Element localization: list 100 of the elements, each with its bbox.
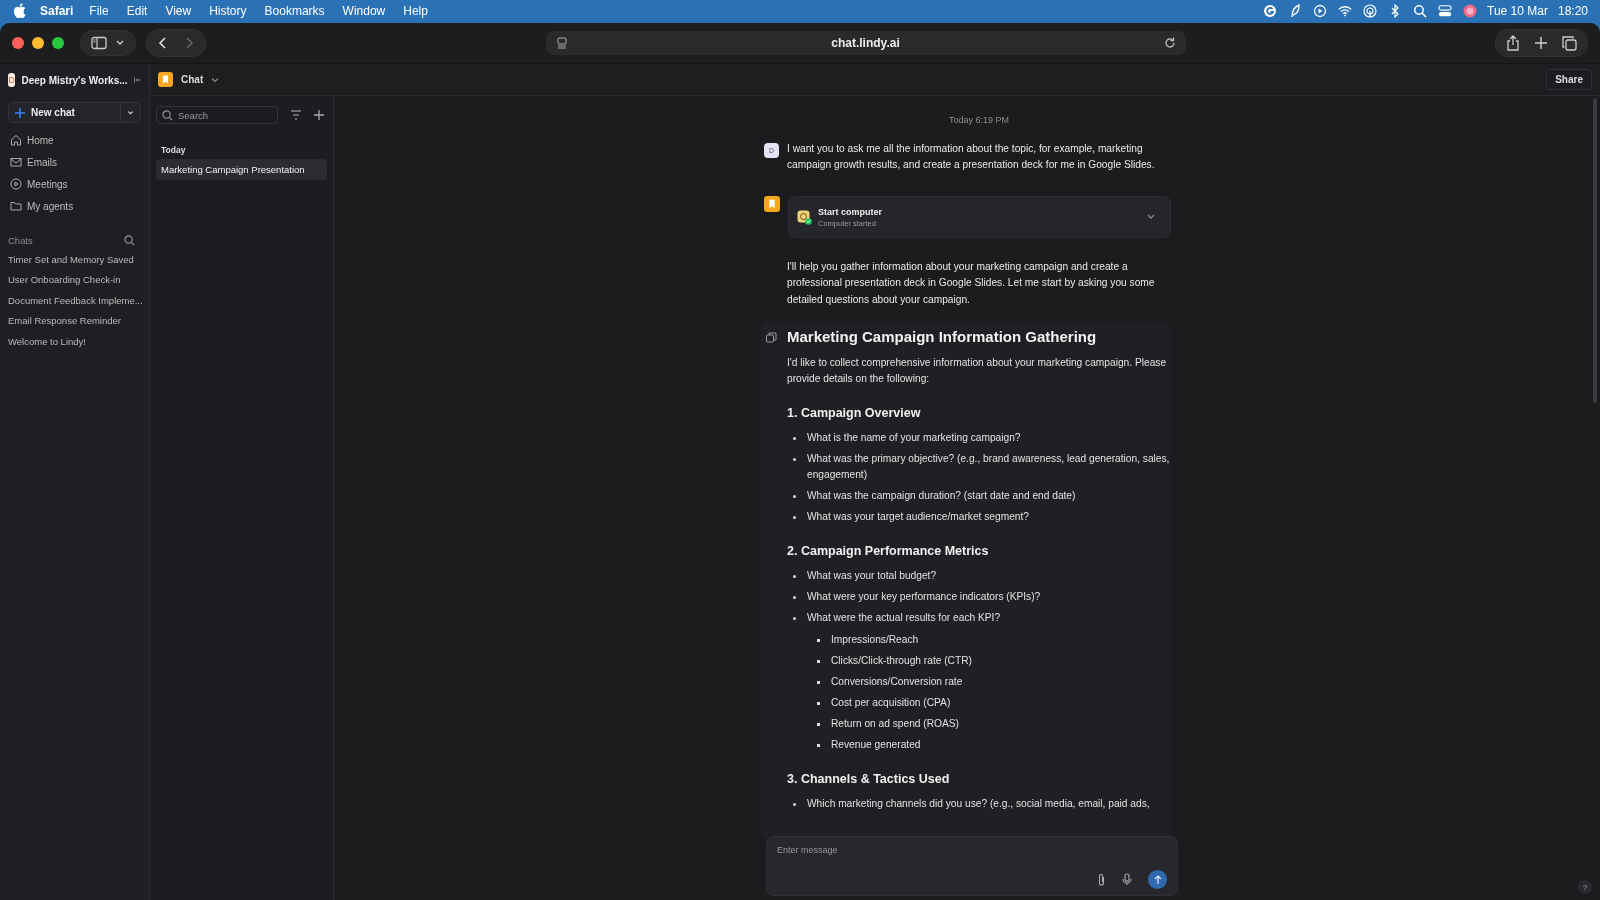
document-title: Marketing Campaign Information Gathering bbox=[787, 326, 1098, 347]
user-message: I want you to ask me all the information about the topic, for example, marketing campaign growth results, and create a presentation deck for me in Google Slides. bbox=[787, 142, 1156, 172]
metric-text: Clicks/Click-through rate (CTR) bbox=[831, 654, 972, 669]
menu-item[interactable]: History bbox=[209, 3, 247, 18]
share-icon[interactable] bbox=[1506, 35, 1520, 51]
share-button[interactable]: Share bbox=[1546, 69, 1592, 90]
chat-history-item[interactable]: Timer Set and Memory Saved bbox=[8, 249, 141, 270]
question-text: What was the campaign duration? (start date and end date) bbox=[807, 489, 1076, 504]
play-icon bbox=[10, 178, 22, 190]
section-label: Chats bbox=[8, 234, 33, 246]
sidebar-icon bbox=[91, 36, 107, 50]
timestamp: Today 6:19 PM bbox=[947, 115, 1010, 125]
collapse-icon[interactable] bbox=[133, 74, 141, 86]
chevron-icon bbox=[127, 108, 134, 117]
bullet-icon bbox=[793, 803, 796, 807]
bullet-icon bbox=[793, 516, 796, 520]
metric-text: Return on ad spend (ROAS) bbox=[831, 717, 959, 732]
question-text: Which marketing channels did you use? (e.g., social media, email, paid ads, bbox=[807, 797, 1150, 812]
bullet-icon bbox=[793, 495, 796, 499]
bullet-icon bbox=[817, 723, 820, 727]
menu-item[interactable]: Bookmarks bbox=[264, 3, 325, 18]
menu-item[interactable]: View bbox=[165, 3, 192, 18]
filter-icon[interactable] bbox=[290, 110, 302, 120]
menu-item[interactable]: Edit bbox=[126, 3, 148, 18]
paperclip-icon[interactable] bbox=[1097, 873, 1106, 886]
chat-history-item[interactable]: Document Feedback Impleme... bbox=[8, 290, 141, 311]
conversation-item[interactable]: Marketing Campaign Presentation bbox=[156, 159, 327, 180]
apple-icon[interactable] bbox=[13, 3, 26, 18]
menu-app-name[interactable]: Safari bbox=[40, 3, 74, 18]
arrow-up-icon bbox=[1153, 874, 1162, 885]
document-intro: I'd like to collect comprehensive information about your marketing campaign. Please provide details on the following: bbox=[787, 355, 1168, 387]
nav-item[interactable]: Home bbox=[8, 129, 141, 151]
menu-item[interactable]: File bbox=[89, 3, 109, 18]
search-box[interactable]: Search bbox=[156, 106, 278, 124]
sidebar-toggle-button[interactable] bbox=[80, 30, 136, 56]
feather-icon[interactable] bbox=[1288, 3, 1303, 18]
section-heading: 1. Campaign Overview bbox=[787, 406, 922, 421]
address-bar[interactable]: chat.lindy.ai bbox=[545, 31, 1186, 55]
chat-history-item[interactable]: User Onboarding Check-in bbox=[8, 269, 141, 290]
menu-item[interactable]: Help bbox=[403, 3, 428, 18]
assistant-message: I'll help you gather information about your marketing campaign and create a professional presentation deck in Google Slides. Let me start by asking you some detailed questions about your campaign. bbox=[787, 260, 1156, 307]
plus-icon[interactable] bbox=[1534, 36, 1548, 50]
copy-icon[interactable] bbox=[766, 331, 777, 343]
minimize-button[interactable] bbox=[32, 37, 44, 49]
zoom-button[interactable] bbox=[52, 37, 64, 49]
plus-icon[interactable] bbox=[314, 110, 324, 120]
forward-icon[interactable] bbox=[183, 36, 195, 50]
chevron-icon[interactable] bbox=[1146, 213, 1156, 221]
airdrop-icon[interactable] bbox=[1363, 3, 1378, 18]
control-center-icon[interactable] bbox=[1438, 3, 1453, 18]
workspace-avatar: D bbox=[8, 73, 16, 87]
question-text: What were the actual results for each KPI? bbox=[807, 611, 1001, 626]
menu-item[interactable]: Window bbox=[342, 3, 386, 18]
bullet-icon bbox=[817, 744, 820, 748]
caret-icon[interactable] bbox=[211, 76, 220, 83]
bullet-icon bbox=[817, 639, 820, 643]
nav-item[interactable]: Meetings bbox=[8, 173, 141, 195]
wifi-icon[interactable] bbox=[1338, 3, 1353, 18]
bullet-icon bbox=[817, 702, 820, 706]
search-field[interactable]: Search bbox=[178, 109, 268, 121]
menu-date[interactable]: Tue 10 Mar bbox=[1487, 3, 1548, 18]
chat-history-item[interactable]: Email Response Reminder bbox=[8, 310, 141, 331]
question-text: What was your total budget? bbox=[807, 569, 937, 584]
search-icon[interactable] bbox=[124, 234, 135, 246]
nav-item[interactable]: Emails bbox=[8, 151, 141, 173]
message-input[interactable]: Enter message bbox=[777, 845, 1167, 855]
plus-icon bbox=[15, 107, 25, 118]
chevron-icon bbox=[115, 39, 125, 47]
page-title[interactable]: Chat bbox=[181, 74, 204, 85]
question-text: What is the name of your marketing campaign? bbox=[807, 431, 1021, 446]
home-icon bbox=[10, 134, 22, 146]
metric-text: Cost per acquisition (CPA) bbox=[831, 696, 951, 711]
bullet-icon bbox=[793, 617, 796, 621]
chat-history-item[interactable]: Welcome to Lindy! bbox=[8, 331, 141, 352]
computer-check-icon bbox=[797, 209, 812, 225]
close-button[interactable] bbox=[12, 37, 24, 49]
nav-item[interactable]: My agents bbox=[8, 195, 141, 217]
send-button[interactable] bbox=[1148, 870, 1167, 889]
grammar-icon[interactable] bbox=[1263, 3, 1278, 18]
tabs-icon[interactable] bbox=[1562, 35, 1577, 51]
play-icon[interactable] bbox=[1313, 3, 1328, 18]
bullet-icon bbox=[793, 575, 796, 579]
question-text: What was the primary objective? (e.g., brand awareness, lead generation, sales, engagement) bbox=[807, 452, 1171, 483]
bullet-icon bbox=[817, 681, 820, 685]
group-label: Today bbox=[161, 145, 187, 155]
workspace-name[interactable]: Deep Mistry's Works... bbox=[21, 74, 128, 86]
bookmark-logo-icon bbox=[764, 196, 780, 212]
siri-icon[interactable] bbox=[1463, 3, 1478, 18]
question-text: What was your target audience/market segment? bbox=[807, 510, 1029, 525]
menu-time[interactable]: 18:20 bbox=[1557, 3, 1588, 18]
mail-icon bbox=[10, 156, 22, 168]
back-icon[interactable] bbox=[157, 36, 169, 50]
search-icon[interactable] bbox=[1413, 3, 1428, 18]
microphone-icon[interactable] bbox=[1122, 873, 1132, 886]
help-button[interactable]: ? bbox=[1578, 880, 1592, 894]
folder-icon bbox=[10, 200, 22, 212]
bullet-icon bbox=[793, 437, 796, 441]
metric-text: Revenue generated bbox=[831, 738, 921, 753]
bullet-icon bbox=[793, 458, 796, 462]
metric-text: Impressions/Reach bbox=[831, 633, 919, 648]
